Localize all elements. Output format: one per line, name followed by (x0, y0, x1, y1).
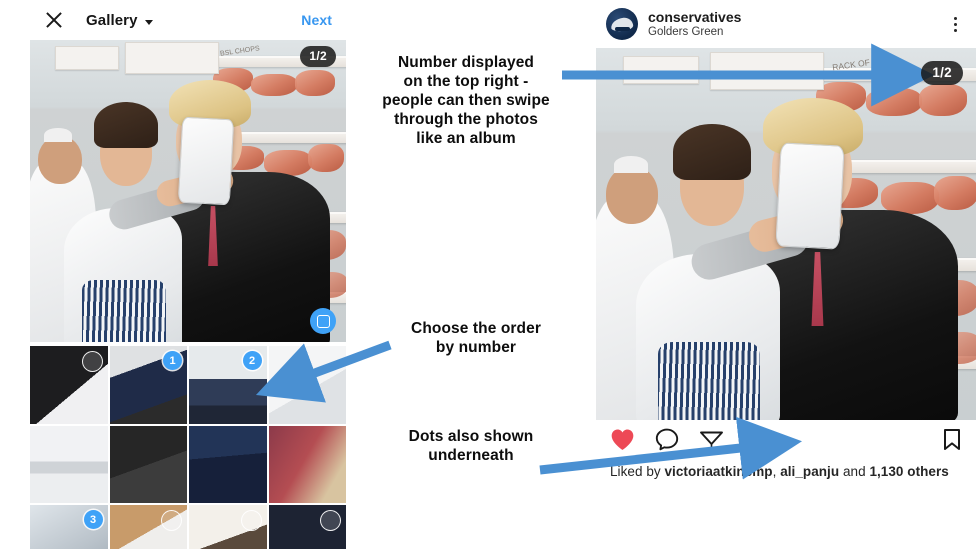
post-photo[interactable]: RACK OF LAMB 1/2 (596, 48, 976, 420)
thumbnail-art (268, 346, 346, 424)
conservative-party-logo-icon[interactable] (606, 8, 638, 40)
thumbnail-item[interactable] (30, 346, 108, 424)
thumbnail-select-ring[interactable] (240, 510, 262, 531)
thumbnail-item[interactable] (109, 505, 187, 549)
next-button[interactable]: Next (301, 12, 332, 28)
instagram-post-screen: conservatives Golders Green RACK OF LAMB (596, 0, 976, 549)
likes-user-2[interactable]: ali_panju (780, 464, 839, 479)
chevron-down-icon[interactable] (144, 19, 153, 25)
likes-conjunction: and (839, 464, 870, 479)
thumbnail-item[interactable]: 3 (30, 505, 108, 549)
post-count-badge: 1/2 (921, 61, 963, 85)
likes-others-count[interactable]: 1,130 others (869, 464, 948, 479)
post-user-block: conservatives Golders Green (648, 9, 741, 39)
post-action-bar (596, 420, 976, 464)
carousel-dots-indicator (596, 439, 976, 445)
likes-summary: Liked by victoriaatkinsmp, ali_panju and… (596, 464, 976, 489)
thumbnail-art (268, 425, 346, 503)
annotation-choose-order: Choose the order by number (411, 320, 541, 356)
thumbnail-art (30, 425, 108, 503)
multi-select-layers-icon[interactable] (310, 308, 336, 334)
thumbnail-item[interactable] (268, 505, 346, 549)
thumbnail-item[interactable] (268, 425, 346, 503)
heart-icon-filled[interactable] (610, 428, 635, 456)
likes-prefix: Liked by (610, 464, 665, 479)
thumbnail-item[interactable] (189, 505, 267, 549)
thumbnail-select-ring[interactable] (320, 510, 341, 531)
thumbnail-item[interactable]: 1 (109, 346, 187, 424)
thumbnail-item[interactable] (268, 346, 346, 424)
comment-bubble-icon[interactable] (655, 428, 679, 456)
post-location[interactable]: Golders Green (648, 26, 741, 39)
more-options-icon[interactable] (946, 16, 964, 32)
thumbnail-grid: 1 2 3 (30, 342, 346, 549)
thumbnail-item[interactable] (109, 425, 187, 503)
annotation-dots: Dots also shown underneath (408, 428, 534, 464)
thumbnail-art (109, 425, 187, 503)
paper-plane-icon[interactable] (699, 428, 724, 456)
gallery-picker-screen: Gallery Next BSL CHOPS 1/2 1 2 3 (30, 0, 346, 549)
carousel-dot-active[interactable] (777, 439, 784, 445)
gallery-top-bar: Gallery Next (30, 0, 346, 40)
thumbnail-item[interactable] (189, 425, 267, 503)
post-username[interactable]: conservatives (648, 9, 741, 25)
gallery-preview-image[interactable]: BSL CHOPS 1/2 (30, 40, 346, 342)
thumbnail-item[interactable] (30, 425, 108, 503)
thumbnail-order-badge[interactable]: 1 (163, 351, 182, 370)
thumbnail-order-badge[interactable]: 2 (242, 351, 262, 370)
thumbnail-art (189, 425, 267, 503)
close-x-icon[interactable] (44, 10, 64, 30)
annotation-count-badge: Number displayed on the top right - peop… (382, 54, 550, 147)
selfie-photo-artwork: BSL CHOPS (30, 40, 346, 342)
thumbnail-item[interactable]: 2 (189, 346, 267, 424)
gallery-count-badge: 1/2 (300, 46, 336, 67)
thumbnail-select-ring[interactable] (81, 351, 103, 372)
gallery-title[interactable]: Gallery (86, 12, 138, 29)
post-header: conservatives Golders Green (596, 0, 976, 48)
thumbnail-select-ring[interactable] (161, 510, 182, 531)
thumbnail-order-badge[interactable]: 3 (83, 510, 103, 529)
selfie-photo-artwork: RACK OF LAMB (596, 48, 976, 420)
likes-user-1[interactable]: victoriaatkinsmp (664, 464, 772, 479)
bookmark-icon[interactable] (942, 428, 962, 457)
carousel-dot[interactable] (788, 439, 795, 445)
